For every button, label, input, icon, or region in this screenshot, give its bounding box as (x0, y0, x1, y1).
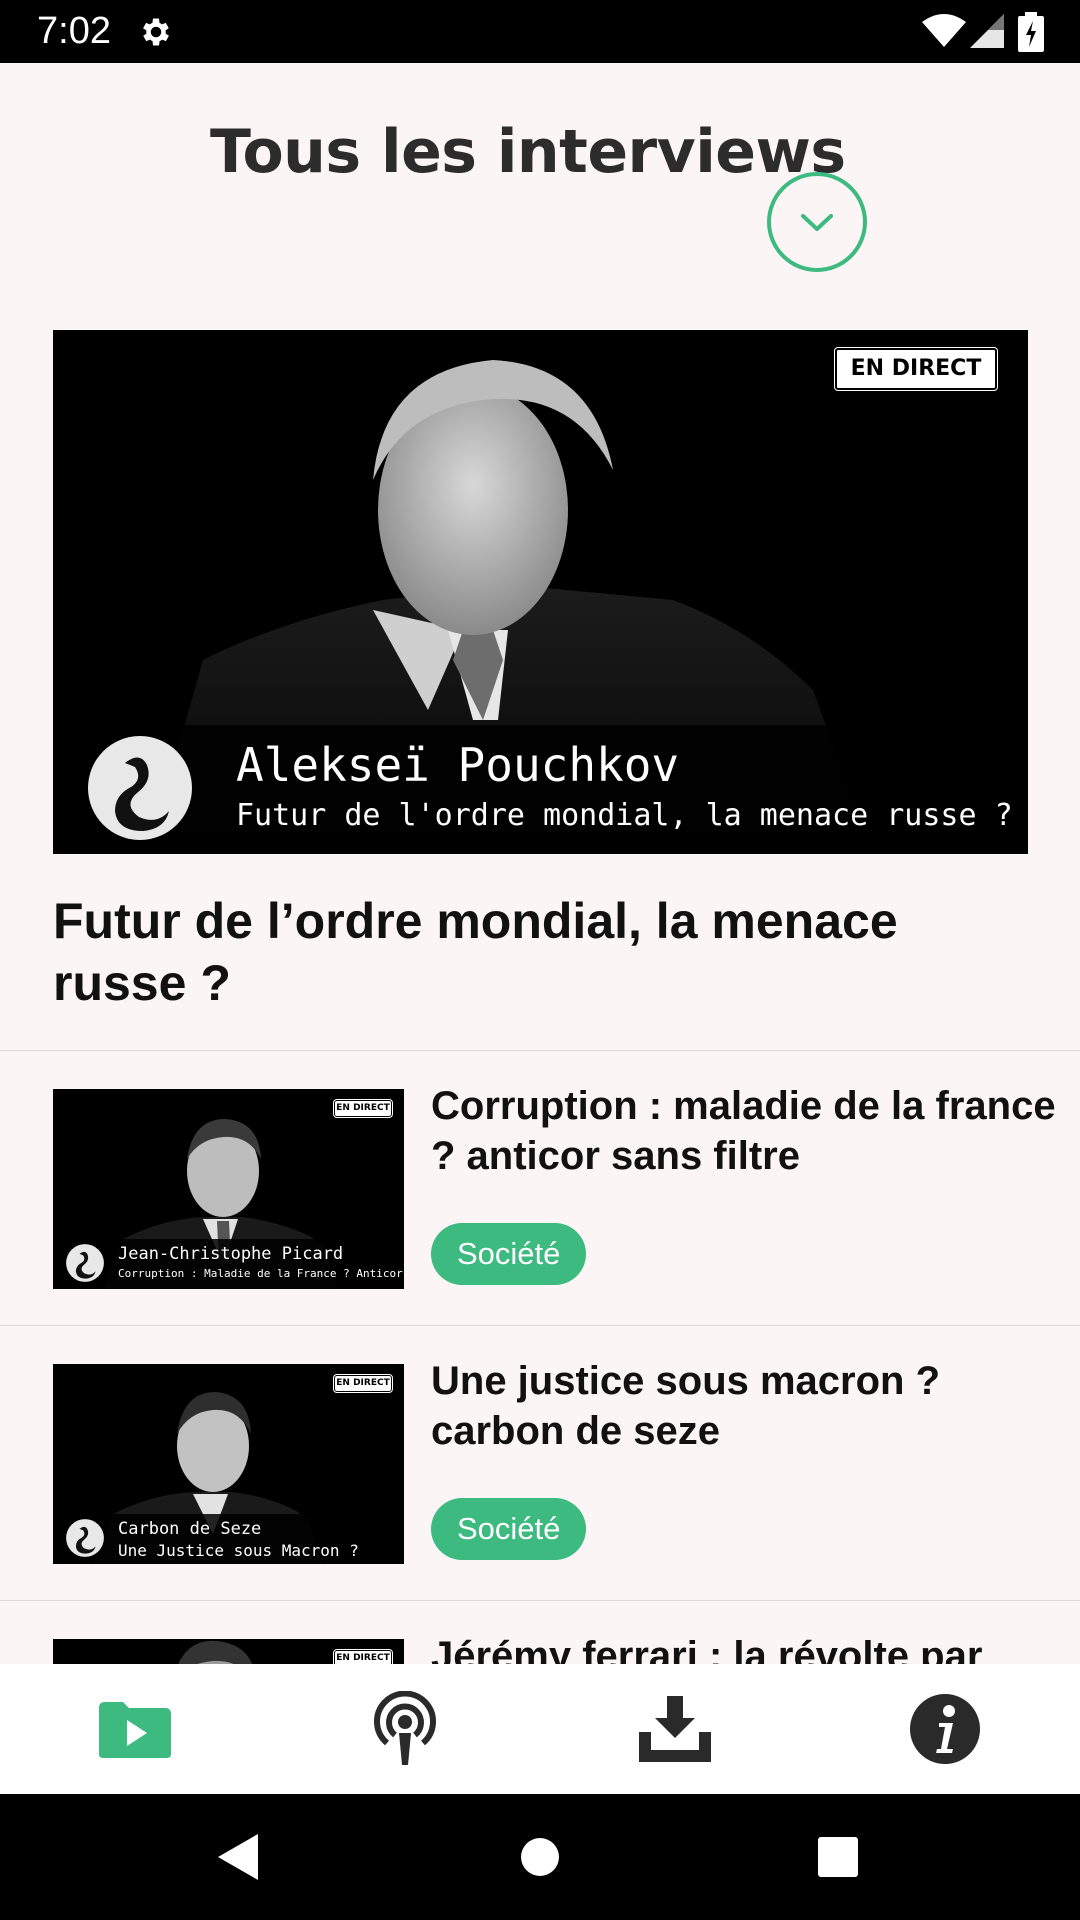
category-tag[interactable]: Société (431, 1223, 587, 1285)
live-badge: EN DIRECT (333, 1099, 393, 1118)
gear-icon (138, 14, 174, 50)
divider (0, 1325, 1080, 1326)
wifi-icon (922, 14, 966, 48)
status-time: 7:02 (37, 10, 111, 52)
home-button[interactable] (500, 1824, 580, 1890)
battery-icon (1018, 12, 1044, 52)
thumb-subtitle: Une Justice sous Macron ? (118, 1541, 359, 1560)
recents-square-icon (798, 1837, 878, 1894)
system-navigation-bar (0, 1794, 1080, 1920)
featured-thumb-subtitle: Futur de l'ordre mondial, la menace russ… (236, 798, 1013, 833)
status-bar: 7:02 (0, 0, 1080, 63)
list-item[interactable]: EN DIRECT Carbon de Seze Une Justice sou… (0, 1328, 1080, 1602)
category-dropdown-button[interactable] (767, 172, 867, 272)
bottom-navigation (0, 1664, 1080, 1794)
thumb-name: Carbon de Seze (118, 1519, 262, 1539)
swan-logo-icon (66, 1519, 104, 1557)
signal-icon (970, 14, 1004, 48)
live-badge: EN DIRECT (333, 1649, 393, 1664)
nav-videos-button[interactable] (0, 1664, 270, 1794)
interview-thumbnail[interactable]: EN DIRECT (53, 1639, 404, 1664)
divider (0, 1600, 1080, 1601)
recents-button[interactable] (798, 1824, 878, 1890)
interview-title[interactable]: Jérémy ferrari : la révolte par (431, 1631, 1061, 1664)
live-badge: EN DIRECT (333, 1374, 393, 1393)
back-triangle-icon (200, 1834, 280, 1894)
nav-podcast-button[interactable] (270, 1664, 540, 1794)
category-tag[interactable]: Société (431, 1498, 587, 1560)
list-item[interactable]: EN DIRECT Jérémy ferrari : la révolte pa… (0, 1603, 1080, 1664)
list-item[interactable]: EN DIRECT Jean-Christophe Picard Corrupt… (0, 1053, 1080, 1327)
nav-info-button[interactable] (810, 1664, 1080, 1794)
nav-downloads-button[interactable] (540, 1664, 810, 1794)
interview-title[interactable]: Corruption : maladie de la france ? anti… (431, 1081, 1061, 1181)
back-button[interactable] (200, 1824, 280, 1890)
page-title: Tous les interviews (210, 117, 846, 187)
thumb-name: Jean-Christophe Picard (118, 1244, 344, 1264)
featured-title[interactable]: Futur de l’ordre mondial, la menace russ… (53, 890, 1028, 1014)
interview-thumbnail[interactable]: EN DIRECT Carbon de Seze Une Justice sou… (53, 1364, 404, 1564)
interview-thumbnail[interactable]: EN DIRECT Jean-Christophe Picard Corrupt… (53, 1089, 404, 1289)
interview-title[interactable]: Une justice sous macron ? carbon de seze (431, 1356, 1061, 1456)
divider (0, 1050, 1080, 1051)
home-circle-icon (500, 1838, 580, 1894)
thumb-subtitle: Corruption : Maladie de la France ? Anti… (118, 1267, 404, 1280)
live-badge: EN DIRECT (834, 347, 998, 391)
featured-thumbnail[interactable]: EN DIRECT Alekseï Pouchkov Futur de l'or… (53, 330, 1028, 854)
swan-logo-icon (66, 1244, 104, 1282)
swan-logo-icon (88, 736, 192, 840)
featured-thumb-name: Alekseï Pouchkov (236, 738, 680, 792)
